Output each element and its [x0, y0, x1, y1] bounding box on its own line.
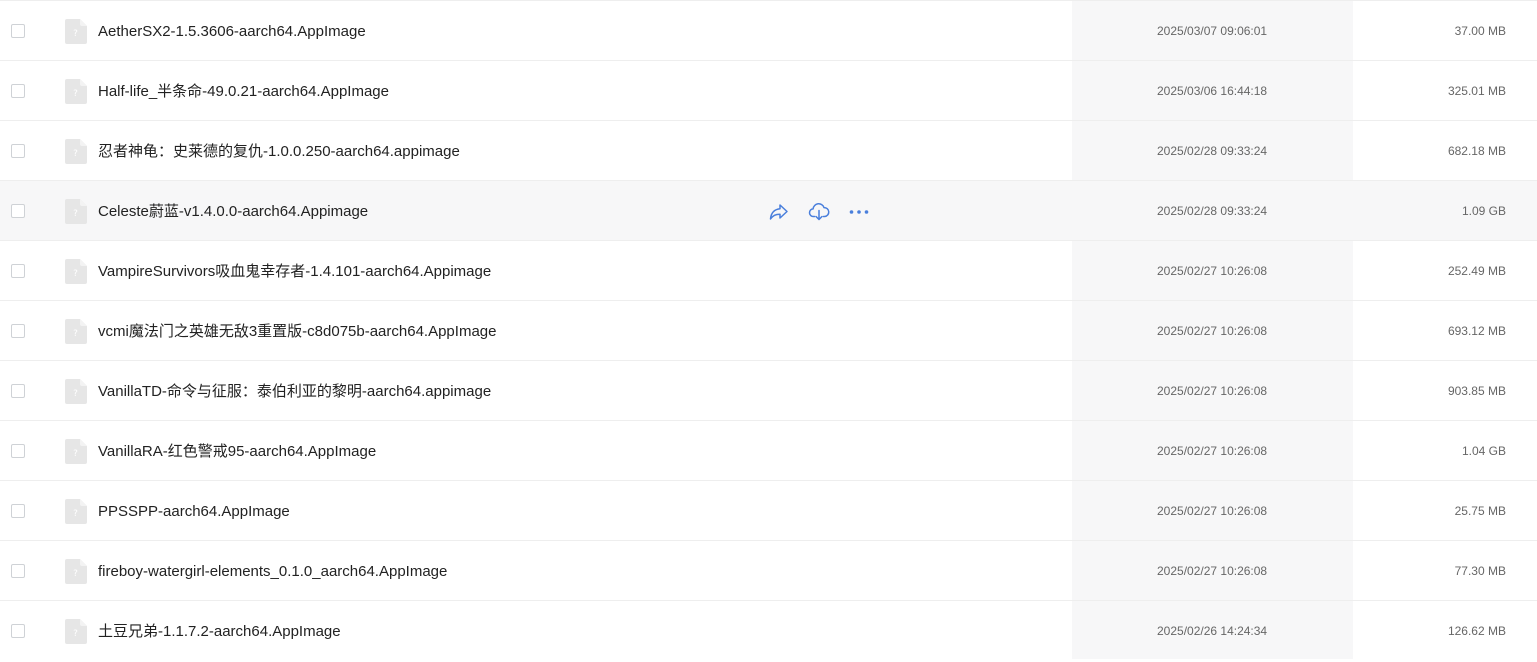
file-name[interactable]: PPSSPP-aarch64.AppImage [98, 481, 290, 541]
unknown-file-icon: ? [65, 79, 87, 104]
svg-text:?: ? [73, 569, 78, 579]
file-size: 903.85 MB [1447, 384, 1506, 398]
file-modified-date: 2025/03/06 16:44:18 [1157, 84, 1268, 98]
file-size: 1.04 GB [1461, 444, 1506, 458]
file-size: 37.00 MB [1454, 24, 1506, 38]
row-checkbox[interactable] [11, 564, 25, 578]
file-row[interactable]: ? Celeste蔚蓝-v1.4.0.0-aarch64.Appimage 20… [0, 180, 1537, 240]
file-modified-date: 2025/02/27 10:26:08 [1157, 264, 1268, 278]
file-name[interactable]: Celeste蔚蓝-v1.4.0.0-aarch64.Appimage [98, 181, 368, 241]
unknown-file-icon: ? [65, 199, 87, 224]
row-checkbox[interactable] [11, 144, 25, 158]
unknown-file-icon: ? [65, 499, 87, 524]
file-name[interactable]: VampireSurvivors吸血鬼幸存者-1.4.101-aarch64.A… [98, 241, 491, 301]
file-modified-date: 2025/02/27 10:26:08 [1157, 564, 1268, 578]
unknown-file-icon: ? [65, 319, 87, 344]
file-name[interactable]: vcmi魔法门之英雄无敌3重置版-c8d075b-aarch64.AppImag… [98, 301, 496, 361]
unknown-file-icon: ? [65, 619, 87, 644]
row-checkbox[interactable] [11, 24, 25, 38]
file-name[interactable]: VanillaTD-命令与征服：泰伯利亚的黎明-aarch64.appimage [98, 361, 491, 421]
svg-text:?: ? [73, 389, 78, 399]
file-modified-date: 2025/02/28 09:33:24 [1157, 144, 1268, 158]
file-row[interactable]: ? vcmi魔法门之英雄无敌3重置版-c8d075b-aarch64.AppIm… [0, 300, 1537, 360]
row-checkbox[interactable] [11, 84, 25, 98]
file-name[interactable]: VanillaRA-红色警戒95-aarch64.AppImage [98, 421, 376, 481]
file-row[interactable]: ? AetherSX2-1.5.3606-aarch64.AppImage 20… [0, 0, 1537, 60]
file-name[interactable]: AetherSX2-1.5.3606-aarch64.AppImage [98, 1, 366, 61]
file-name[interactable]: 忍者神龟：史莱德的复仇-1.0.0.250-aarch64.appimage [98, 121, 460, 181]
file-modified-date: 2025/02/27 10:26:08 [1157, 324, 1268, 338]
more-icon[interactable] [848, 201, 870, 223]
file-modified-date: 2025/02/28 09:33:24 [1157, 204, 1268, 218]
file-list: ? AetherSX2-1.5.3606-aarch64.AppImage 20… [0, 0, 1537, 659]
row-checkbox[interactable] [11, 504, 25, 518]
download-icon[interactable] [808, 201, 830, 223]
svg-text:?: ? [73, 269, 78, 279]
svg-text:?: ? [73, 29, 78, 39]
row-checkbox[interactable] [11, 324, 25, 338]
share-icon[interactable] [768, 201, 790, 223]
file-row[interactable]: ? VanillaRA-红色警戒95-aarch64.AppImage 2025… [0, 420, 1537, 480]
file-row[interactable]: ? 土豆兄弟-1.1.7.2-aarch64.AppImage 2025/02/… [0, 600, 1537, 660]
file-modified-date: 2025/02/26 14:24:34 [1157, 624, 1268, 638]
file-row[interactable]: ? 忍者神龟：史莱德的复仇-1.0.0.250-aarch64.appimage… [0, 120, 1537, 180]
unknown-file-icon: ? [65, 139, 87, 164]
file-name[interactable]: 土豆兄弟-1.1.7.2-aarch64.AppImage [98, 601, 341, 661]
unknown-file-icon: ? [65, 19, 87, 44]
unknown-file-icon: ? [65, 379, 87, 404]
file-row[interactable]: ? VanillaTD-命令与征服：泰伯利亚的黎明-aarch64.appima… [0, 360, 1537, 420]
row-checkbox[interactable] [11, 384, 25, 398]
unknown-file-icon: ? [65, 259, 87, 284]
file-row[interactable]: ? Half-life_半条命-49.0.21-aarch64.AppImage… [0, 60, 1537, 120]
row-checkbox[interactable] [11, 264, 25, 278]
row-checkbox[interactable] [11, 444, 25, 458]
svg-text:?: ? [73, 209, 78, 219]
file-size: 252.49 MB [1447, 264, 1506, 278]
file-size: 682.18 MB [1447, 144, 1506, 158]
file-modified-date: 2025/03/07 09:06:01 [1157, 24, 1268, 38]
file-size: 126.62 MB [1447, 624, 1506, 638]
file-row[interactable]: ? fireboy-watergirl-elements_0.1.0_aarch… [0, 540, 1537, 600]
file-size: 693.12 MB [1447, 324, 1506, 338]
file-modified-date: 2025/02/27 10:26:08 [1157, 504, 1268, 518]
file-modified-date: 2025/02/27 10:26:08 [1157, 444, 1268, 458]
file-row[interactable]: ? PPSSPP-aarch64.AppImage 2025/02/27 10:… [0, 480, 1537, 540]
file-row[interactable]: ? VampireSurvivors吸血鬼幸存者-1.4.101-aarch64… [0, 240, 1537, 300]
row-checkbox[interactable] [11, 624, 25, 638]
svg-text:?: ? [73, 629, 78, 639]
file-name[interactable]: Half-life_半条命-49.0.21-aarch64.AppImage [98, 61, 389, 121]
unknown-file-icon: ? [65, 439, 87, 464]
file-size: 77.30 MB [1454, 564, 1506, 578]
file-name[interactable]: fireboy-watergirl-elements_0.1.0_aarch64… [98, 541, 447, 601]
svg-text:?: ? [73, 149, 78, 159]
file-modified-date: 2025/02/27 10:26:08 [1157, 384, 1268, 398]
svg-text:?: ? [73, 329, 78, 339]
svg-text:?: ? [73, 449, 78, 459]
unknown-file-icon: ? [65, 559, 87, 584]
row-checkbox[interactable] [11, 204, 25, 218]
svg-text:?: ? [73, 509, 78, 519]
file-size: 325.01 MB [1447, 84, 1506, 98]
svg-text:?: ? [73, 89, 78, 99]
file-size: 25.75 MB [1454, 504, 1506, 518]
file-size: 1.09 GB [1461, 204, 1506, 218]
